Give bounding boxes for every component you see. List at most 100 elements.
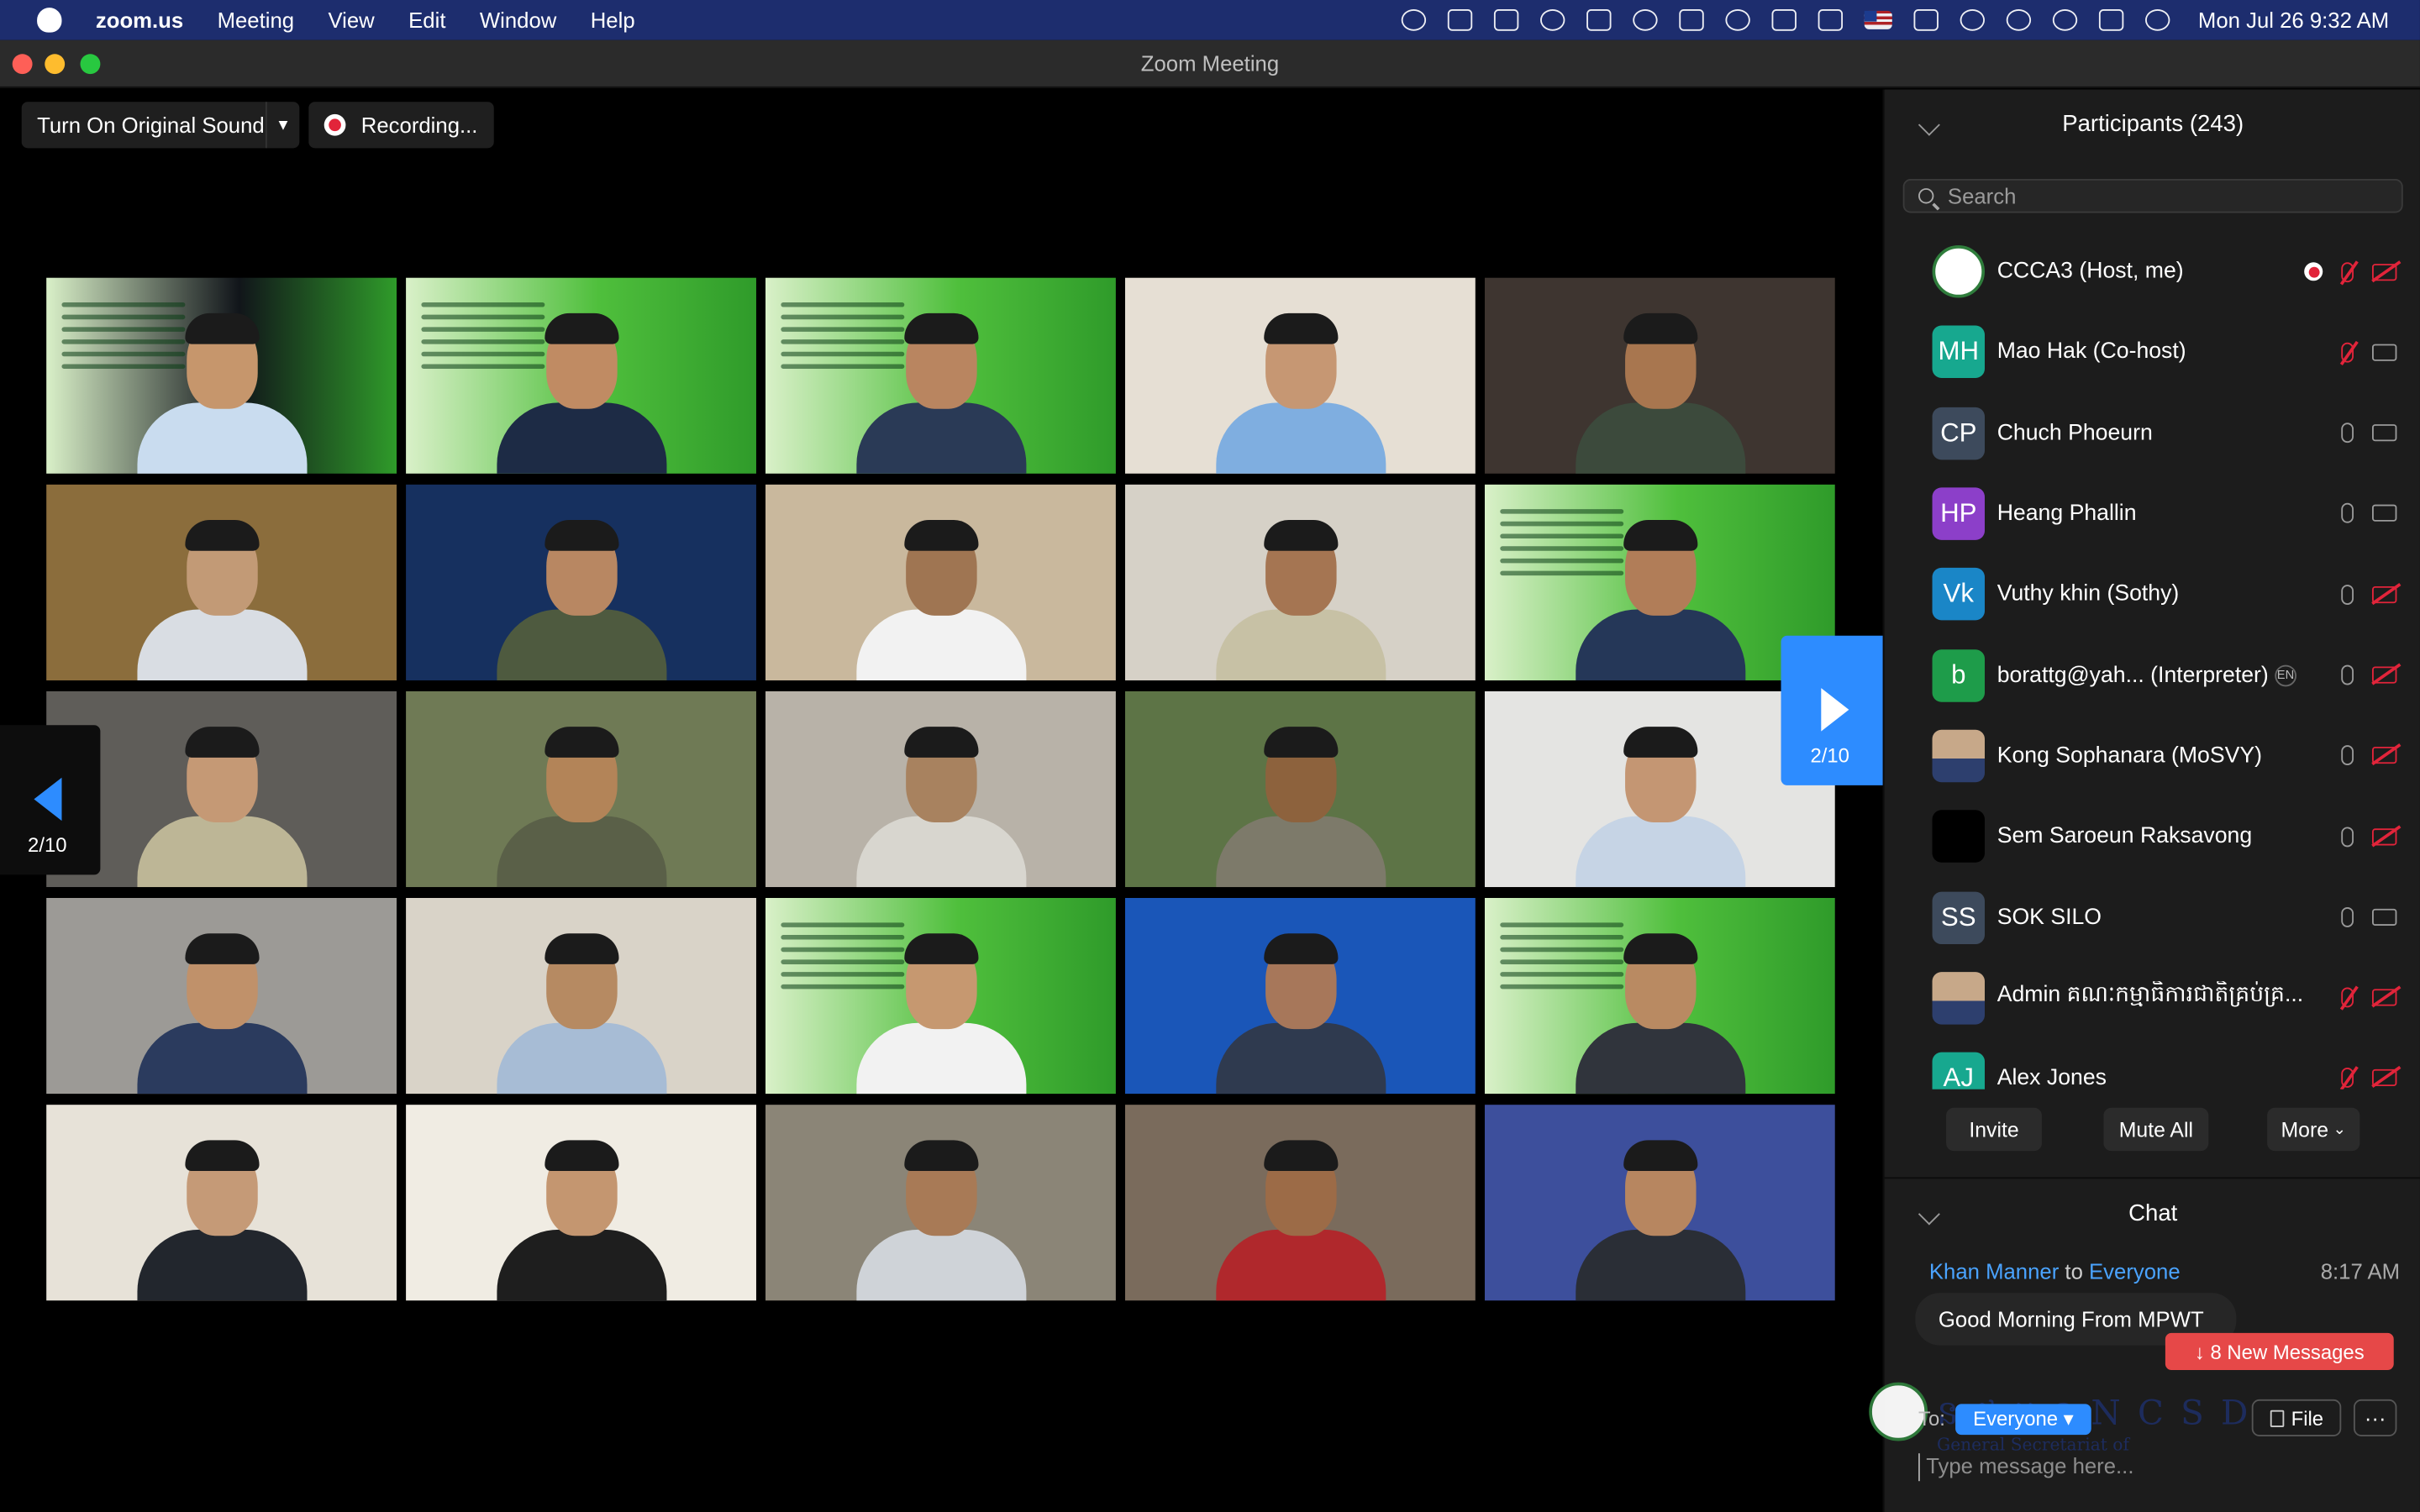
video-tile[interactable] — [406, 690, 756, 888]
participant-row[interactable]: b borattg@yah... (Interpreter) EN — [1885, 635, 2420, 716]
screen-record-icon[interactable] — [1402, 9, 1427, 31]
chat-input[interactable]: Type message here... — [1918, 1453, 2396, 1482]
video-tile[interactable] — [765, 484, 1116, 680]
participant-row[interactable]: Vk Vuthy khin (Sothy) — [1885, 554, 2420, 635]
video-off-icon[interactable] — [2372, 263, 2397, 281]
mic-icon[interactable] — [2341, 906, 2354, 927]
video-tile[interactable] — [406, 1105, 756, 1301]
video-tile[interactable] — [1124, 484, 1476, 680]
chat-more-button[interactable]: ··· — [2353, 1399, 2397, 1436]
menu-clock[interactable]: Mon Jul 26 9:32 AM — [2198, 8, 2389, 32]
participant-row[interactable]: MH Mao Hak (Co-host) — [1885, 312, 2420, 393]
video-icon[interactable] — [2372, 424, 2397, 442]
video-off-icon[interactable] — [2372, 666, 2397, 684]
participant-row[interactable]: HP Heang Phallin — [1885, 474, 2420, 554]
video-off-icon[interactable] — [2372, 747, 2397, 764]
mic-icon[interactable] — [2341, 745, 2354, 766]
sound-options-dropdown[interactable]: ▼ — [265, 102, 299, 149]
invite-button[interactable]: Invite — [1946, 1107, 2042, 1152]
video-tile[interactable] — [765, 1105, 1116, 1301]
participant-row[interactable]: Sem Saroeun Raksavong — [1885, 796, 2420, 877]
participant-row[interactable]: SS SOK SILO — [1885, 877, 2420, 958]
video-tile[interactable] — [46, 1105, 397, 1301]
participant-row[interactable]: AJ Alex Jones — [1885, 1038, 2420, 1089]
wifi-icon[interactable] — [1960, 9, 1986, 31]
mic-icon[interactable] — [2341, 503, 2354, 524]
menu-view[interactable]: View — [328, 8, 374, 32]
time-machine-icon[interactable] — [1725, 9, 1751, 31]
participant-list[interactable]: CCCA3 (Host, me) MH Mao Hak (Co-host) CP Chu… — [1885, 232, 2420, 1089]
zoom-status-icon[interactable] — [1448, 9, 1473, 31]
original-sound-button[interactable]: Turn On Original Sound ▼ — [21, 102, 300, 149]
chat-sender[interactable]: Khan Manner — [1929, 1259, 2059, 1284]
video-tile[interactable] — [1124, 690, 1476, 888]
mic-muted-icon[interactable] — [2341, 1068, 2354, 1089]
apple-icon[interactable] — [37, 8, 62, 33]
battery-icon[interactable] — [1913, 9, 1939, 31]
control-center-icon[interactable] — [2099, 9, 2124, 31]
notification-icon[interactable] — [1540, 9, 1565, 31]
mute-all-button[interactable]: Mute All — [2103, 1107, 2209, 1152]
mic-muted-icon[interactable] — [2341, 342, 2354, 363]
video-icon[interactable] — [2372, 505, 2397, 522]
bluetooth-icon[interactable] — [1818, 9, 1844, 31]
chat-recipient[interactable]: Everyone — [2089, 1259, 2181, 1284]
play-icon[interactable] — [1633, 9, 1659, 31]
user-icon[interactable] — [2007, 9, 2032, 31]
menu-help[interactable]: Help — [591, 8, 635, 32]
menu-app-name[interactable]: zoom.us — [96, 8, 183, 32]
mic-icon[interactable] — [2341, 584, 2354, 605]
input-source-flag-icon[interactable] — [1865, 10, 1893, 29]
video-tile[interactable] — [406, 897, 756, 1095]
video-tile[interactable] — [1484, 277, 1835, 474]
video-tile[interactable] — [406, 277, 756, 474]
participant-actions: Invite Mute All More ⌄ — [1885, 1107, 2420, 1160]
participant-row[interactable]: Admin គណៈកម្មាធិការជាតិគ្រប់គ្រ... — [1885, 958, 2420, 1038]
file-button[interactable]: File — [2251, 1399, 2342, 1436]
previous-page-button[interactable]: 2/10 — [0, 725, 101, 875]
menu-edit[interactable]: Edit — [408, 8, 445, 32]
participant-row[interactable]: CP Chuch Phoeurn — [1885, 393, 2420, 474]
video-tile[interactable] — [1124, 1105, 1476, 1301]
video-tile[interactable] — [765, 897, 1116, 1095]
video-tile[interactable] — [765, 277, 1116, 474]
video-tile[interactable] — [1484, 897, 1835, 1095]
video-off-icon[interactable] — [2372, 989, 2397, 1006]
screen-share-icon[interactable] — [1679, 9, 1705, 31]
video-tile[interactable] — [46, 484, 397, 680]
mic-icon[interactable] — [2341, 664, 2354, 685]
video-tile[interactable] — [46, 897, 397, 1095]
video-tile[interactable] — [1484, 1105, 1835, 1301]
video-tile[interactable] — [1124, 897, 1476, 1095]
video-icon[interactable] — [2372, 344, 2397, 361]
more-options-button[interactable]: More ⌄ — [2267, 1107, 2360, 1152]
participant-row[interactable]: CCCA3 (Host, me) — [1885, 232, 2420, 312]
recipient-select[interactable]: Everyone ▾ — [1955, 1404, 2091, 1436]
new-messages-button[interactable]: ↓ 8 New Messages — [2165, 1332, 2394, 1370]
avatar: b — [1932, 648, 1985, 702]
keyboard-icon[interactable] — [1771, 9, 1797, 31]
clapper-icon[interactable] — [1494, 9, 1519, 31]
video-off-icon[interactable] — [2372, 585, 2397, 603]
menu-meeting[interactable]: Meeting — [218, 8, 294, 32]
recording-status-button[interactable]: Recording... — [308, 102, 494, 149]
participant-row[interactable]: Kong Sophanara (MoSVY) — [1885, 716, 2420, 796]
video-tile[interactable] — [46, 277, 397, 474]
mic-muted-icon[interactable] — [2341, 261, 2354, 282]
video-off-icon[interactable] — [2372, 827, 2397, 845]
participant-search-input[interactable] — [1947, 183, 2381, 208]
video-tile[interactable] — [1124, 277, 1476, 474]
text-input-icon[interactable] — [1586, 9, 1612, 31]
video-icon[interactable] — [2372, 908, 2397, 926]
video-off-icon[interactable] — [2372, 1069, 2397, 1087]
siri-icon[interactable] — [2145, 9, 2170, 31]
video-tile[interactable] — [406, 484, 756, 680]
mic-icon[interactable] — [2341, 423, 2354, 444]
video-tile[interactable] — [765, 690, 1116, 888]
participant-search[interactable] — [1902, 179, 2403, 213]
next-page-button[interactable]: 2/10 — [1781, 635, 1883, 785]
spotlight-search-icon[interactable] — [2053, 9, 2078, 31]
mic-icon[interactable] — [2341, 826, 2354, 847]
mic-muted-icon[interactable] — [2341, 987, 2354, 1008]
menu-window[interactable]: Window — [480, 8, 556, 32]
